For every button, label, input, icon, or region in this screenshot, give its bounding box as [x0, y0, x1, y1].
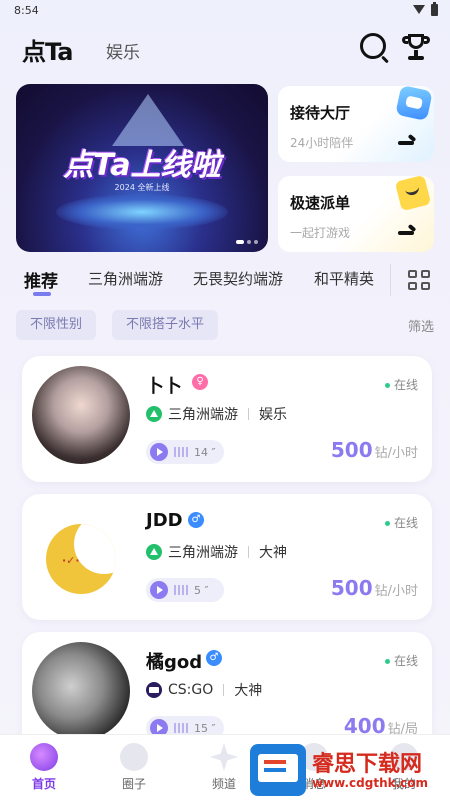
filter-button[interactable]: 筛选	[408, 316, 434, 335]
battery-icon	[431, 2, 438, 16]
game-info: 三角洲端游 娱乐	[146, 404, 287, 424]
status-icons	[413, 2, 438, 16]
tab-peace-elite[interactable]: 和平精英	[314, 268, 374, 289]
price: 500 钻/小时	[330, 438, 418, 462]
watermark-title: 睿思下载网	[312, 752, 423, 777]
home-icon	[30, 743, 58, 771]
sparkle-icon	[210, 743, 238, 771]
player-name: 橘god	[146, 652, 203, 673]
banner-subtitle: 2024 全新上线	[114, 183, 170, 192]
game-icon	[146, 406, 162, 422]
voice-intro[interactable]: 14 ″	[146, 440, 224, 464]
game-icon	[146, 544, 162, 560]
gender-filter-chip[interactable]: 不限性别	[16, 310, 97, 340]
reception-hall-card[interactable]: 接待大厅 24小时陪伴	[278, 86, 434, 162]
male-badge-icon: ♂	[188, 512, 204, 528]
nav-channel[interactable]: 频道	[194, 743, 254, 792]
wifi-icon	[413, 5, 425, 15]
online-status: 在线	[384, 652, 418, 669]
banner-light	[112, 94, 184, 146]
nav-circle[interactable]: 圈子	[104, 743, 164, 792]
watermark-logo: 睿思下载网 www.cdgthk.com	[246, 740, 450, 800]
app-header: 点Ta 娱乐	[0, 30, 450, 66]
quick-dispatch-card[interactable]: 极速派单 一起打游戏	[278, 176, 434, 252]
smiley-icon	[394, 176, 432, 212]
card-title: 接待大厅	[290, 104, 351, 122]
banner-title: 点Ta上线啦	[63, 148, 221, 183]
arrow-right-icon	[398, 138, 416, 146]
card-subtitle: 一起打游戏	[290, 226, 351, 240]
tab-delta-force[interactable]: 三角洲端游	[88, 268, 163, 289]
banner-pager	[236, 240, 258, 244]
price: 500 钻/小时	[330, 576, 418, 600]
tab-valorant[interactable]: 无畏契约端游	[193, 268, 283, 289]
category-tabs: 推荐 三角洲端游 无畏契约端游 和平精英	[0, 262, 450, 302]
avatar[interactable]	[32, 642, 130, 740]
promo-banner[interactable]: 点Ta上线啦 2024 全新上线	[16, 84, 268, 252]
banner-stage	[56, 194, 228, 230]
player-card[interactable]: 卜卜 ♀ 在线 三角洲端游 娱乐 14 ″ 500 钻/小时	[22, 356, 432, 482]
active-tab-indicator	[33, 292, 51, 296]
play-icon	[150, 443, 168, 461]
trophy-icon[interactable]	[402, 32, 430, 62]
play-icon	[150, 581, 168, 599]
watermark-url: www.cdgthk.com	[312, 776, 429, 790]
planet-icon	[120, 743, 148, 771]
waveform-icon	[174, 585, 188, 595]
female-badge-icon: ♀	[192, 374, 208, 390]
card-subtitle: 24小时陪伴	[290, 136, 354, 150]
watermark-icon	[250, 744, 306, 796]
online-status: 在线	[384, 514, 418, 531]
game-info: CS:GO 大神	[146, 680, 262, 700]
app-logo[interactable]: 点Ta	[22, 32, 73, 67]
filter-bar: 不限性别 不限搭子水平 筛选	[0, 310, 450, 342]
avatar[interactable]	[32, 366, 130, 464]
divider	[390, 264, 391, 296]
game-info: 三角洲端游 大神	[146, 542, 287, 562]
skill-filter-chip[interactable]: 不限搭子水平	[112, 310, 219, 340]
tab-recommend[interactable]: 推荐	[24, 267, 58, 292]
status-time: 8:54	[14, 4, 39, 17]
waveform-icon	[174, 447, 188, 457]
online-status: 在线	[384, 376, 418, 393]
nav-home[interactable]: 首页	[14, 743, 74, 792]
waveform-icon	[174, 723, 188, 733]
chat-bubble-icon	[395, 86, 433, 121]
status-bar: 8:54	[0, 0, 450, 24]
arrow-right-icon	[398, 228, 416, 236]
player-name: 卜卜	[146, 376, 182, 397]
voice-intro[interactable]: 5 ″	[146, 578, 224, 602]
card-title: 极速派单	[290, 194, 351, 212]
avatar[interactable]: ·✓·	[32, 504, 130, 602]
tab-entertainment[interactable]: 娱乐	[106, 38, 140, 63]
player-card[interactable]: ·✓· JDD ♂ 在线 三角洲端游 大神 5 ″ 500 钻/小时	[22, 494, 432, 620]
male-badge-icon: ♂	[206, 650, 222, 666]
grid-icon[interactable]	[408, 270, 432, 292]
search-icon[interactable]	[360, 33, 386, 59]
player-name: JDD	[146, 510, 183, 531]
game-icon	[146, 682, 162, 698]
